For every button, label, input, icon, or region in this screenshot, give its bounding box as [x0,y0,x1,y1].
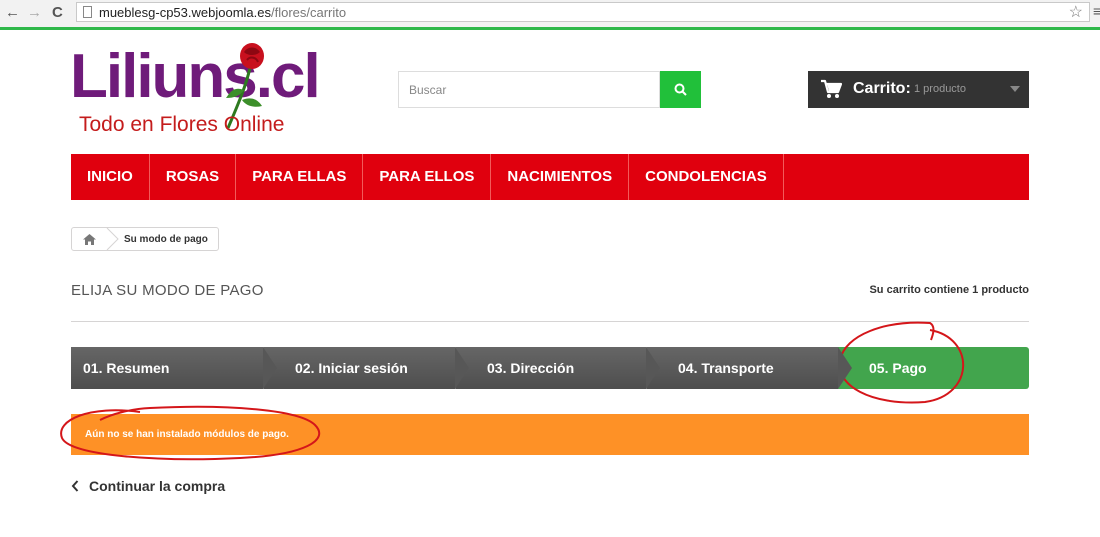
menu-item-nacimientos[interactable]: NACIMIENTOS [491,154,630,200]
url-text: mueblesg-cp53.webjoomla.es/flores/carrit… [99,4,346,21]
breadcrumb-home[interactable] [72,228,106,250]
menu-item-condolencias[interactable]: CONDOLENCIAS [629,154,784,200]
warning-alert: Aún no se han instalado módulos de pago. [71,414,1029,455]
logo-tagline: Todo en Flores Online [79,113,285,136]
step-transporte[interactable]: 04. Transporte [646,347,852,389]
forward-arrow-icon[interactable]: → [27,3,42,23]
step-label: 04. Transporte [678,360,774,376]
cart-summary: Su carrito contiene 1 producto [869,284,1029,296]
step-label: 05. Pago [869,360,927,376]
site-logo[interactable]: Liliuns.cl Todo en Flores Online [70,43,321,140]
cart-dropdown[interactable]: Carrito: 1 producto [808,71,1029,108]
browser-toolbar: ← → C mueblesg-cp53.webjoomla.es/flores/… [0,0,1100,30]
breadcrumb-current: Su modo de pago [124,233,208,245]
cart-label: Carrito: [853,80,911,97]
step-direccion[interactable]: 03. Dirección [455,347,660,389]
step-arrow [838,347,852,389]
browser-menu-icon[interactable]: ≡ [1093,3,1100,19]
step-arrow [263,347,277,389]
home-icon [82,233,96,245]
continue-shopping-label: Continuar la compra [89,478,226,494]
cart-count: 1 producto [914,83,966,95]
step-label: 01. Resumen [83,360,170,376]
bookmark-star-icon[interactable]: ☆ [1069,2,1083,22]
step-arrow [455,347,469,389]
chevron-left-icon [71,480,79,492]
menu-item-para-ellas[interactable]: PARA ELLAS [236,154,364,200]
step-arrow [646,347,660,389]
search-button[interactable] [660,71,701,108]
checkout-steps: 01. Resumen 02. Iniciar sesión 03. Direc… [71,347,1029,389]
url-path: /flores/carrito [270,5,347,20]
continue-shopping-link[interactable]: Continuar la compra [71,478,225,494]
search-icon [674,83,687,96]
search-input[interactable] [398,71,660,108]
reload-icon[interactable]: C [52,3,63,23]
step-label: 03. Dirección [487,360,575,376]
menu-item-rosas[interactable]: ROSAS [150,154,237,200]
shopping-cart-icon [821,79,842,98]
address-bar[interactable]: mueblesg-cp53.webjoomla.es/flores/carrit… [76,2,1090,22]
chevron-down-icon [1010,86,1020,92]
page-icon [83,6,92,18]
step-label: 02. Iniciar sesión [295,360,408,376]
url-host: mueblesg-cp53.webjoomla.es [99,5,271,20]
page-title: ELIJA SU MODO DE PAGO [71,282,264,299]
main-menu: INICIO ROSAS PARA ELLAS PARA ELLOS NACIM… [71,154,1029,200]
back-arrow-icon[interactable]: ← [5,3,20,23]
divider [71,321,1029,322]
search-bar [398,71,701,108]
step-iniciar-sesion[interactable]: 02. Iniciar sesión [263,347,469,389]
breadcrumb: Su modo de pago [71,227,219,251]
step-resumen[interactable]: 01. Resumen [71,347,277,389]
menu-item-inicio[interactable]: INICIO [71,154,150,200]
logo-name: Liliuns.cl [70,42,321,111]
step-pago-active[interactable]: 05. Pago [838,347,1029,389]
breadcrumb-separator [106,227,120,251]
menu-item-para-ellos[interactable]: PARA ELLOS [363,154,492,200]
